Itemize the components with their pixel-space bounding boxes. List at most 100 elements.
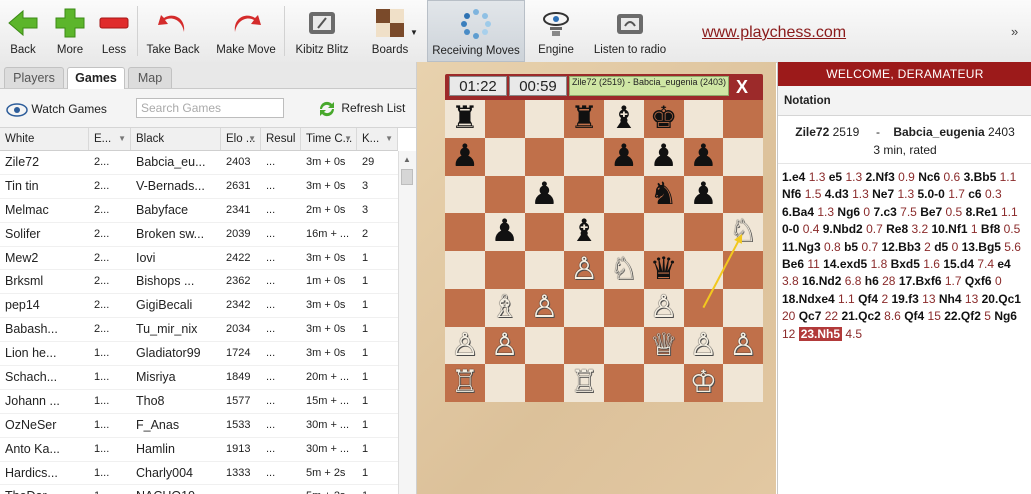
boards-button[interactable]: Boards ▼ xyxy=(362,0,418,62)
table-row[interactable]: Lion he... 1... Gladiator99 1724... 3m + 0s 1 xyxy=(0,342,398,367)
square-h3[interactable] xyxy=(723,288,763,327)
tab-players[interactable]: Players xyxy=(4,67,64,88)
square-c1[interactable] xyxy=(524,364,565,402)
table-row[interactable]: Anto Ka... 1... Hamlin 1913... 30m + ... 1 xyxy=(0,438,398,462)
square-a6[interactable] xyxy=(445,175,485,214)
move[interactable]: 6.Ba4 xyxy=(782,205,814,219)
chess-piece[interactable]: ♝ xyxy=(604,100,644,138)
table-row[interactable]: Babash... 2... Tu_mir_nix 2034... 3m + 0s 1 xyxy=(0,318,398,343)
refresh-list-button[interactable]: Refresh List xyxy=(316,99,405,117)
square-g8[interactable] xyxy=(683,100,724,138)
listen-radio-button[interactable]: Listen to radio xyxy=(590,0,670,62)
move[interactable]: Re8 xyxy=(886,222,908,236)
chess-piece[interactable]: ♟ xyxy=(525,176,565,214)
move[interactable]: Bf8 xyxy=(981,222,1000,236)
table-row[interactable]: pep14 2... GigiBecali 2342... 3m + 0s 1 xyxy=(0,294,398,319)
move[interactable]: 14.exd5 xyxy=(823,257,867,271)
move[interactable]: 16.Nd2 xyxy=(802,274,841,288)
engine-button[interactable]: Engine xyxy=(532,0,580,62)
table-row[interactable]: Hardics... 1... Charly004 1333... 5m + 2s 1 xyxy=(0,462,398,486)
toolbar-overflow-icon[interactable]: » xyxy=(1011,24,1018,39)
square-e3[interactable] xyxy=(604,288,644,327)
move[interactable]: 22.Qf2 xyxy=(944,309,981,323)
square-c8[interactable] xyxy=(524,100,565,138)
move[interactable]: e5 xyxy=(829,170,842,184)
make-move-button[interactable]: Make Move xyxy=(212,0,280,62)
move[interactable]: Be7 xyxy=(920,205,942,219)
move[interactable]: 15.d4 xyxy=(943,257,974,271)
watch-games-button[interactable]: Watch Games xyxy=(6,100,107,118)
square-c4[interactable] xyxy=(524,251,565,289)
column-time-control[interactable]: Time C... ▼ xyxy=(301,128,357,150)
column-kibitzers[interactable]: K... ▼ xyxy=(357,128,398,150)
square-b4[interactable] xyxy=(484,251,525,289)
move[interactable]: Bxd5 xyxy=(891,257,920,271)
kibitz-blitz-button[interactable]: Kibitz Blitz xyxy=(290,0,354,62)
move[interactable]: 8.Re1 xyxy=(966,205,998,219)
square-d7[interactable] xyxy=(564,137,604,176)
chess-piece[interactable]: ♘ xyxy=(723,213,763,251)
chess-piece[interactable]: ♔ xyxy=(684,364,724,402)
table-row[interactable]: Johann ... 1... Tho8 1577... 15m + ... 1 xyxy=(0,390,398,414)
square-h4[interactable] xyxy=(723,251,763,289)
square-b8[interactable] xyxy=(484,100,525,138)
table-row[interactable]: Schach... 1... Misriya 1849... 20m + ... 1 xyxy=(0,366,398,390)
chess-piece[interactable]: ♙ xyxy=(525,289,565,327)
square-h8[interactable] xyxy=(723,100,763,138)
scroll-thumb[interactable] xyxy=(401,169,413,185)
table-row[interactable]: Solifer 2... Broken sw... 2039... 16m + ... 2 xyxy=(0,223,398,247)
square-a5[interactable] xyxy=(445,213,485,251)
scroll-up-icon[interactable]: ▲ xyxy=(403,155,411,164)
square-b6[interactable] xyxy=(484,175,525,214)
square-b1[interactable] xyxy=(484,364,525,402)
chess-piece[interactable]: ♞ xyxy=(644,176,684,214)
move[interactable]: Ng6 xyxy=(994,309,1017,323)
column-black[interactable]: Black xyxy=(131,128,221,150)
square-d3[interactable] xyxy=(564,288,604,327)
move[interactable]: 7.c3 xyxy=(873,205,896,219)
square-h1[interactable] xyxy=(723,364,763,402)
move[interactable]: e4 xyxy=(997,257,1010,271)
move[interactable]: b5 xyxy=(844,240,858,254)
chess-piece[interactable]: ♙ xyxy=(485,327,525,365)
square-e5[interactable] xyxy=(604,213,644,251)
chess-piece[interactable]: ♟ xyxy=(604,138,644,176)
chess-piece[interactable]: ♗ xyxy=(485,289,525,327)
move[interactable]: 13.Bg5 xyxy=(962,240,1001,254)
square-b7[interactable] xyxy=(484,137,525,176)
square-c5[interactable] xyxy=(524,213,565,251)
playchess-link[interactable]: www.playchess.com xyxy=(702,24,846,42)
square-d6[interactable] xyxy=(564,175,604,214)
square-g4[interactable] xyxy=(683,251,724,289)
table-row[interactable]: Tin tin 2... V-Bernads... 2631... 3m + 0s 3 xyxy=(0,175,398,199)
square-e1[interactable] xyxy=(604,364,644,402)
chess-piece[interactable]: ♕ xyxy=(644,327,684,365)
move[interactable]: Qf4 xyxy=(904,309,924,323)
chess-piece[interactable]: ♟ xyxy=(684,138,724,176)
move[interactable]: 20.Qc1 xyxy=(982,292,1021,306)
square-e2[interactable] xyxy=(604,326,644,365)
move[interactable]: 17.Bxf6 xyxy=(899,274,942,288)
dropdown-caret-icon[interactable]: ▼ xyxy=(410,28,418,37)
move[interactable]: 4.d3 xyxy=(825,187,849,201)
chess-piece[interactable]: ♙ xyxy=(684,327,724,365)
column-white-elo[interactable]: E... ▼ xyxy=(89,128,131,150)
square-g3[interactable] xyxy=(683,288,724,327)
move[interactable]: 19.f3 xyxy=(891,292,918,306)
chess-piece[interactable]: ♟ xyxy=(445,138,485,176)
search-games-input[interactable] xyxy=(136,98,284,118)
chess-piece[interactable]: ♙ xyxy=(564,251,604,289)
square-d2[interactable] xyxy=(564,326,604,365)
chess-piece[interactable]: ♝ xyxy=(564,213,604,251)
table-row[interactable]: Zile72 2... Babcia_eu... 2403... 3m + 0s 29 xyxy=(0,151,398,175)
move[interactable]: 10.Nf1 xyxy=(932,222,968,236)
move[interactable]: 3.Bb5 xyxy=(964,170,997,184)
move[interactable]: d5 xyxy=(934,240,948,254)
chess-piece[interactable]: ♜ xyxy=(445,100,485,138)
square-a3[interactable] xyxy=(445,288,485,327)
move[interactable]: 18.Ndxe4 xyxy=(782,292,835,306)
chess-piece[interactable]: ♟ xyxy=(644,138,684,176)
table-row[interactable]: OzNeSer 1... F_Anas 1533... 30m + ... 1 xyxy=(0,414,398,438)
tab-games[interactable]: Games xyxy=(67,67,125,89)
move[interactable]: Nh4 xyxy=(939,292,962,306)
